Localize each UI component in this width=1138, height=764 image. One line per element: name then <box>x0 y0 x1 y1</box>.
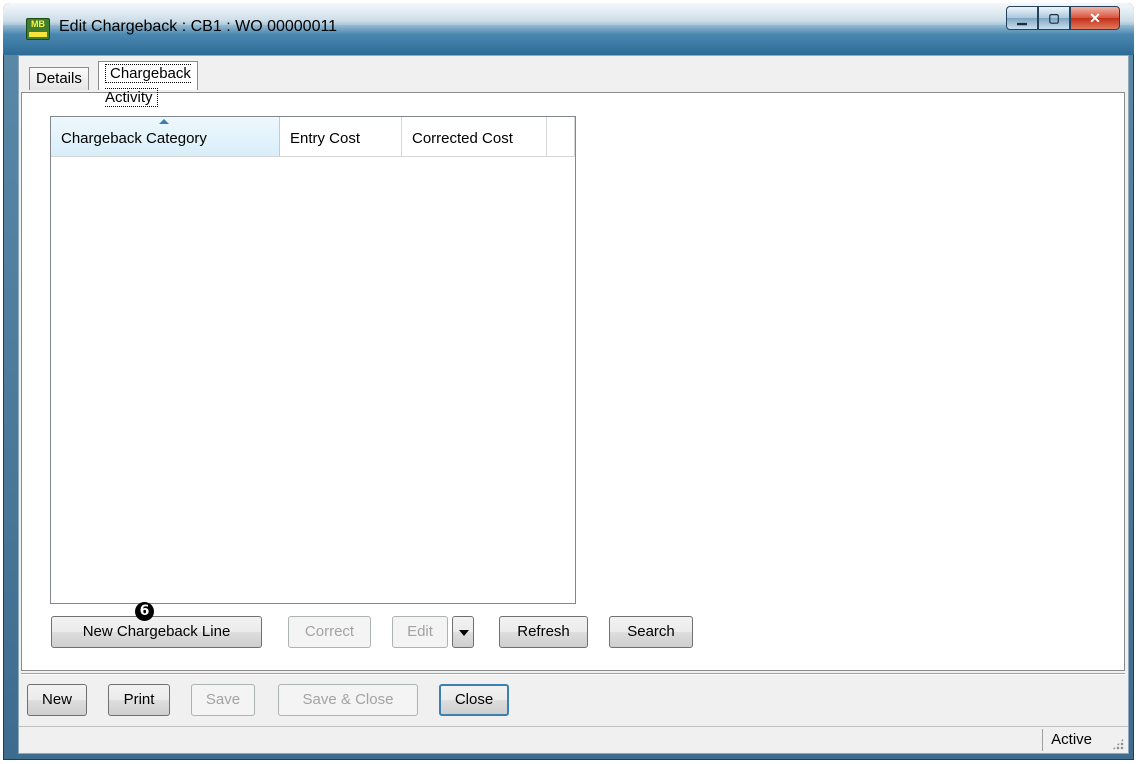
footer-separator <box>21 673 1125 675</box>
save-button[interactable]: Save <box>191 684 255 716</box>
list-header: Chargeback Category Entry Cost Corrected… <box>51 117 575 157</box>
application-window: MB Edit Chargeback : CB1 : WO 00000011 ▁… <box>3 3 1134 760</box>
save-and-close-button[interactable]: Save & Close <box>278 684 418 716</box>
resize-grip-icon[interactable] <box>1112 738 1124 750</box>
maximize-icon: ▢ <box>1048 11 1060 25</box>
new-chargeback-line-button[interactable]: New Chargeback Line <box>51 616 262 648</box>
title-bar[interactable]: MB Edit Chargeback : CB1 : WO 00000011 ▁… <box>3 3 1134 55</box>
tab-chargeback-activity[interactable]: Chargeback Activity <box>98 61 198 107</box>
tab-panel-chargeback-activity: Chargeback Category Entry Cost Corrected… <box>21 92 1125 671</box>
callout-marker: 6 <box>135 602 154 621</box>
close-icon: ✕ <box>1089 9 1101 26</box>
column-header-corrected-cost[interactable]: Corrected Cost <box>402 117 547 157</box>
edit-button[interactable]: Edit <box>392 616 448 648</box>
column-header-chargeback-category[interactable]: Chargeback Category <box>51 117 280 157</box>
tab-details[interactable]: Details <box>29 67 89 90</box>
app-icon-bar <box>29 32 47 37</box>
column-header-label: Entry Cost <box>290 130 361 147</box>
close-window-button[interactable]: ✕ <box>1070 6 1120 30</box>
window-title: Edit Chargeback : CB1 : WO 00000011 <box>59 18 338 35</box>
column-header-filler <box>547 117 575 157</box>
print-button[interactable]: Print <box>108 684 170 716</box>
new-button[interactable]: New <box>27 684 87 716</box>
status-text: Active <box>1042 729 1098 751</box>
tab-details-label: Details <box>36 70 82 87</box>
client-area: Details Chargeback Activity Chargeback C… <box>18 55 1129 754</box>
chargeback-lines-list[interactable]: Chargeback Category Entry Cost Corrected… <box>50 116 576 604</box>
app-icon-label: MB <box>31 19 45 29</box>
column-header-entry-cost[interactable]: Entry Cost <box>280 117 402 157</box>
minimize-button[interactable]: ▁ <box>1006 6 1038 30</box>
app-icon[interactable]: MB <box>26 18 50 40</box>
correct-button[interactable]: Correct <box>288 616 371 648</box>
minimize-icon: ▁ <box>1017 11 1027 25</box>
maximize-button[interactable]: ▢ <box>1038 6 1070 30</box>
edit-dropdown-button[interactable] <box>452 616 474 648</box>
search-button[interactable]: Search <box>609 616 693 648</box>
status-bar: Active <box>19 726 1128 753</box>
sort-ascending-icon <box>159 119 169 124</box>
refresh-button[interactable]: Refresh <box>499 616 588 648</box>
column-header-label: Corrected Cost <box>412 130 513 147</box>
close-button[interactable]: Close <box>439 684 509 716</box>
caption-buttons: ▁ ▢ ✕ <box>1006 6 1120 30</box>
dropdown-arrow-icon <box>459 630 469 636</box>
column-header-label: Chargeback Category <box>61 130 207 147</box>
